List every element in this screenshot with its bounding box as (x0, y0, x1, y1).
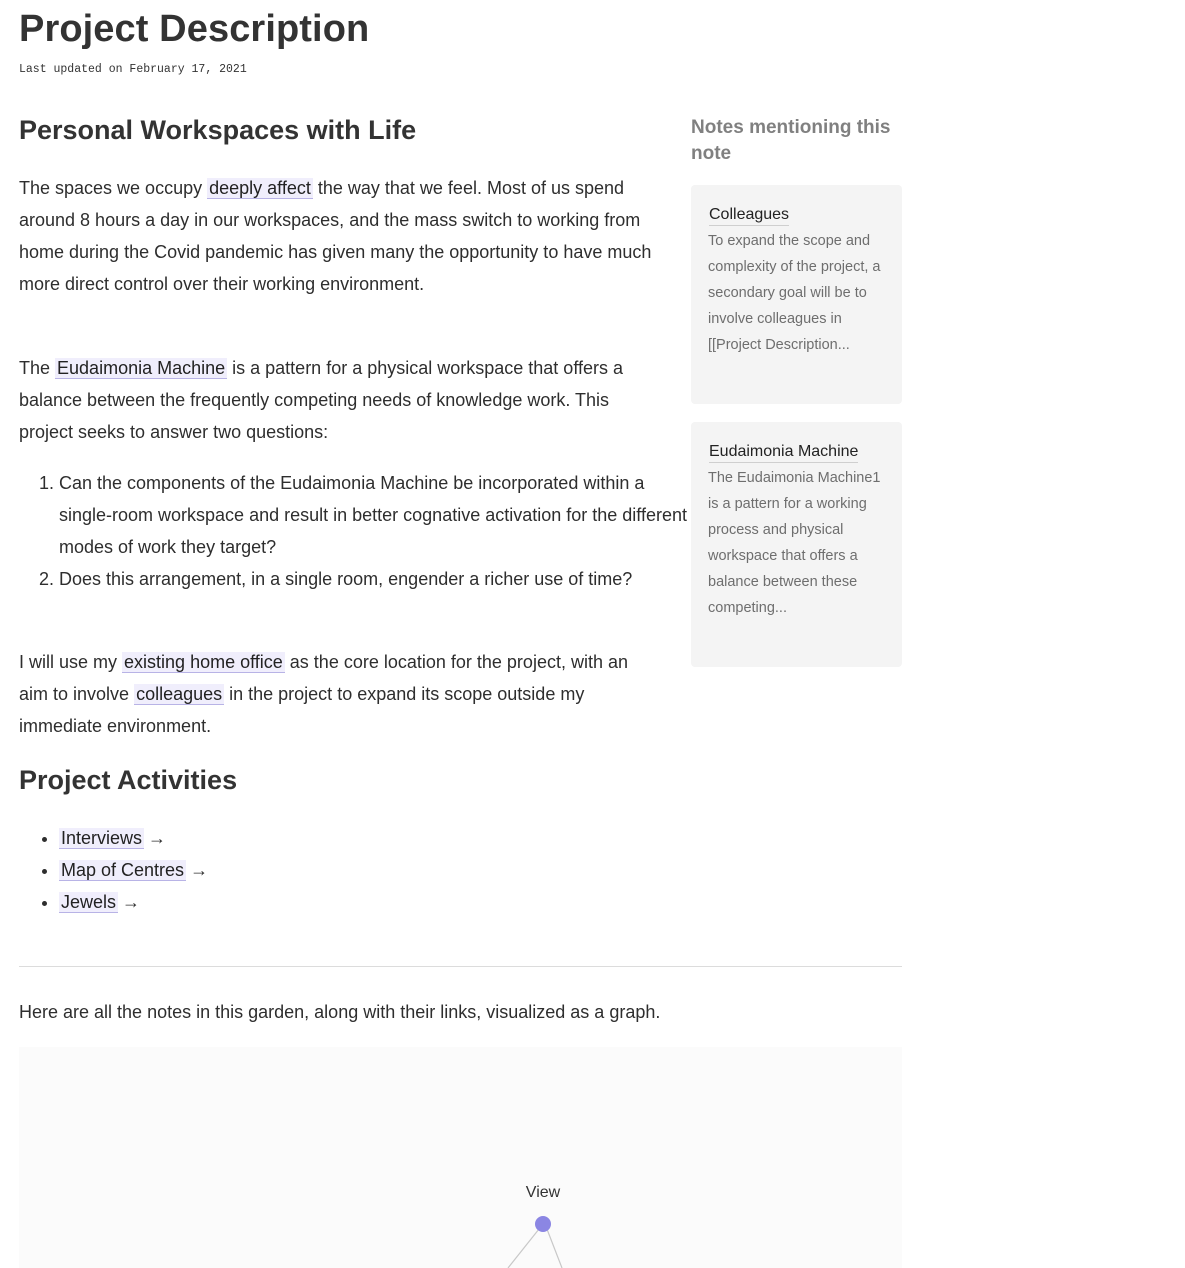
link-interviews[interactable]: Interviews (59, 828, 145, 849)
paragraph-location: I will use my existing home office as th… (19, 646, 659, 742)
graph-node-label: View (525, 1184, 561, 1201)
arrow-right-icon: → (190, 860, 209, 880)
list-item: Jewels→ (59, 886, 208, 918)
graph-node-view[interactable] (535, 1216, 551, 1232)
backlink-title[interactable]: Colleagues (709, 205, 790, 226)
backlink-title[interactable]: Eudaimonia Machine (709, 442, 859, 463)
list-item: Can the components of the Eudaimonia Mac… (59, 467, 699, 563)
backlinks-heading: Notes mentioning this note (691, 117, 891, 164)
note-page: Project Description Last updated on Febr… (0, 0, 1185, 1268)
arrow-right-icon: → (148, 828, 167, 848)
paragraph-eudaimonia: The Eudaimonia Machine is a pattern for … (19, 352, 659, 448)
activities-list: Interviews→ Map of Centres→ Jewels→ (19, 822, 208, 918)
link-colleagues[interactable]: colleagues (134, 684, 225, 705)
link-map-of-centres[interactable]: Map of Centres (59, 860, 187, 881)
backlink-excerpt: The Eudaimonia Machine1 is a pattern for… (708, 470, 881, 616)
page-title: Project Description (19, 8, 370, 50)
link-jewels[interactable]: Jewels (59, 892, 119, 913)
text-span: The spaces we occupy (19, 178, 208, 198)
link-eudaimonia-machine[interactable]: Eudaimonia Machine (55, 358, 228, 379)
link-deeply-affect[interactable]: deeply affect (207, 178, 313, 199)
graph-canvas[interactable] (19, 1047, 902, 1268)
backlinks-sidebar: Notes mentioning this note Colleagues To… (691, 115, 902, 667)
arrow-right-icon: → (122, 892, 141, 912)
graph-edge (544, 1223, 563, 1268)
text-span: The (19, 358, 56, 378)
graph-edge (507, 1223, 544, 1268)
section-heading-workspaces: Personal Workspaces with Life (19, 115, 417, 145)
backlink-card-colleagues[interactable]: Colleagues To expand the scope and compl… (691, 185, 902, 404)
list-item: Interviews→ (59, 822, 208, 854)
last-updated: Last updated on February 17, 2021 (19, 63, 247, 76)
text-span: I will use my (19, 652, 123, 672)
section-divider (19, 966, 902, 967)
notes-graph[interactable]: View (19, 1047, 902, 1268)
link-existing-home-office[interactable]: existing home office (122, 652, 285, 673)
list-item: Does this arrangement, in a single room,… (59, 563, 699, 595)
section-heading-activities: Project Activities (19, 765, 238, 795)
questions-list: Can the components of the Eudaimonia Mac… (19, 467, 699, 595)
list-item: Map of Centres→ (59, 854, 208, 886)
backlink-excerpt: To expand the scope and complexity of th… (708, 233, 881, 353)
paragraph-intro: The spaces we occupy deeply affect the w… (19, 172, 659, 300)
backlink-card-eudaimonia-machine[interactable]: Eudaimonia Machine The Eudaimonia Machin… (691, 422, 902, 667)
graph-intro-text: Here are all the notes in this garden, a… (19, 1002, 661, 1022)
